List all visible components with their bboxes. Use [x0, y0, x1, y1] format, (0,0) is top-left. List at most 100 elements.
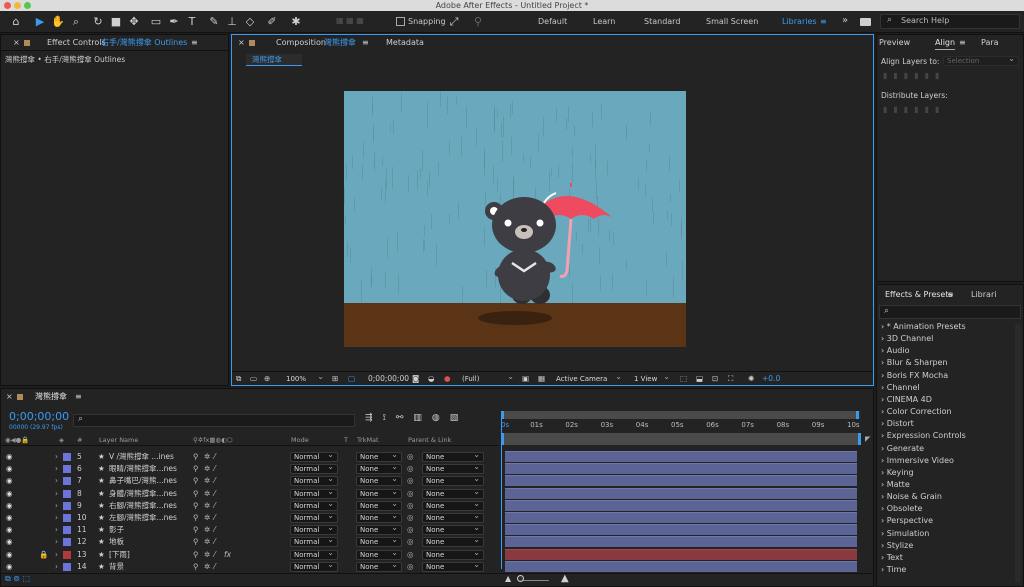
- tab-preview[interactable]: Preview: [879, 37, 910, 49]
- parent-select[interactable]: None: [422, 500, 484, 511]
- layer-name[interactable]: 右腳/灣熊撐傘...nes: [109, 500, 177, 512]
- distribute-buttons[interactable]: ▮▮▮▮▮▮: [883, 105, 1013, 115]
- visibility-eye-icon[interactable]: ◉: [6, 500, 13, 512]
- clone-stamp-tool-icon[interactable]: ⊥: [224, 14, 240, 30]
- collapse-switch-icon[interactable]: ✲: [204, 536, 210, 548]
- visibility-eye-icon[interactable]: ◉: [6, 488, 13, 500]
- layer-duration-bar[interactable]: [505, 512, 857, 523]
- effects-category-item[interactable]: › 3D Channel: [881, 333, 933, 345]
- quality-switch-icon[interactable]: ⁄: [214, 524, 215, 536]
- workspace-menu-icon[interactable]: ≡: [820, 15, 827, 29]
- timeline-icon[interactable]: ⊡: [712, 372, 718, 386]
- align-buttons[interactable]: ▮▮▮▮▮▮: [883, 71, 1013, 81]
- parent-select[interactable]: None: [422, 549, 484, 560]
- layer-row[interactable]: ◉ › 5 ★ V /灣熊撐傘 ...ines ⚲ ✲ ⁄ Normal None ◎ None: [1, 451, 499, 463]
- expand-chevron-icon[interactable]: ›: [55, 500, 58, 512]
- work-area-range[interactable]: [501, 433, 861, 445]
- collapse-switch-icon[interactable]: ✲: [204, 463, 210, 475]
- collapse-switch-icon[interactable]: ✲: [204, 524, 210, 536]
- camera-select[interactable]: Active Camera: [552, 373, 626, 384]
- layer-duration-bar[interactable]: [505, 475, 857, 487]
- visibility-eye-icon[interactable]: ◉: [6, 451, 13, 463]
- sync-settings-icon[interactable]: [860, 18, 871, 26]
- fast-previews-icon[interactable]: ⬓: [696, 372, 703, 386]
- close-window-button[interactable]: [4, 2, 11, 9]
- pen-tool-icon[interactable]: ✒: [166, 14, 182, 30]
- effects-category-item[interactable]: › Noise & Grain: [881, 491, 942, 503]
- parent-select[interactable]: None: [422, 475, 484, 487]
- track-matte-select[interactable]: None: [356, 524, 402, 536]
- effects-category-item[interactable]: › Channel: [881, 382, 920, 394]
- parent-select[interactable]: None: [422, 524, 484, 536]
- layer-label-color[interactable]: [63, 526, 71, 535]
- track-matte-select[interactable]: None: [356, 536, 402, 548]
- blend-mode-select[interactable]: Normal: [290, 463, 338, 475]
- layer-duration-bar[interactable]: [505, 463, 857, 475]
- layer-label-color[interactable]: [63, 501, 71, 510]
- col-layer-name[interactable]: Layer Name: [99, 435, 138, 445]
- quality-switch-icon[interactable]: ⁄: [214, 512, 215, 524]
- effects-category-item[interactable]: › Blur & Sharpen: [881, 357, 948, 369]
- lock-icon[interactable]: 🔒: [39, 549, 48, 561]
- quality-switch-icon[interactable]: ⁄: [214, 500, 215, 512]
- panel-lock-icon[interactable]: [17, 394, 23, 400]
- collapse-switch-icon[interactable]: ✲: [204, 512, 210, 524]
- effects-category-item[interactable]: › Perspective: [881, 515, 933, 527]
- effects-category-item[interactable]: › Matte: [881, 479, 910, 491]
- effects-scrollbar[interactable]: [1015, 323, 1021, 583]
- layer-row[interactable]: ◉ › 7 ★ 鼻子嘴巴/灣熊...nes ⚲ ✲ ⁄ Normal None ◎ None: [1, 475, 499, 487]
- pick-whip-icon[interactable]: ◎: [407, 561, 414, 573]
- visibility-eye-icon[interactable]: ◉: [6, 524, 13, 536]
- shy-switch-icon[interactable]: ⚲: [193, 536, 199, 548]
- pick-whip-icon[interactable]: ◎: [407, 463, 414, 475]
- track-matte-select[interactable]: None: [356, 549, 402, 560]
- puppet-tool-icon[interactable]: ✱: [288, 14, 304, 30]
- visibility-eye-icon[interactable]: ◉: [6, 475, 13, 487]
- snapping-checkbox[interactable]: [396, 17, 405, 26]
- toggle-switches-icon[interactable]: ⧉ ⊚ ⬚: [5, 574, 30, 584]
- effects-switch-icon[interactable]: fx: [224, 549, 231, 561]
- layer-duration-bar[interactable]: [505, 451, 857, 462]
- workspace-default[interactable]: Default: [538, 15, 567, 29]
- snap-options-icon[interactable]: ⤢: [446, 14, 462, 30]
- layer-row[interactable]: ◉ › 14 ★ 背景 ⚲ ✲ ⁄ Normal None ◎ None: [1, 561, 499, 573]
- expand-chevron-icon[interactable]: ›: [55, 488, 58, 500]
- pick-whip-icon[interactable]: ◎: [407, 536, 414, 548]
- metadata-tab[interactable]: Metadata: [386, 37, 424, 49]
- layer-row[interactable]: ◉ › 10 ★ 左腳/灣熊撐傘...nes ⚲ ✲ ⁄ Normal None ◎ None: [1, 512, 499, 524]
- brush-tool-icon[interactable]: ✎: [206, 14, 222, 30]
- parent-select[interactable]: None: [422, 488, 484, 499]
- effect-controls-tab-layer[interactable]: 右手/灣熊撐傘 Outlines: [101, 37, 187, 49]
- workspace-standard[interactable]: Standard: [644, 15, 680, 29]
- show-snapshot-icon[interactable]: ◒: [428, 372, 435, 386]
- workspace-small-screen[interactable]: Small Screen: [706, 15, 758, 29]
- align-target-select[interactable]: Selection: [943, 55, 1019, 66]
- parent-select[interactable]: None: [422, 463, 484, 475]
- minimize-window-button[interactable]: [14, 2, 21, 9]
- flowchart-icon[interactable]: ⛶: [728, 372, 733, 386]
- blend-mode-select[interactable]: Normal: [290, 561, 338, 572]
- tab-paragraph[interactable]: Para: [981, 37, 999, 49]
- track-matte-select[interactable]: None: [356, 561, 402, 572]
- blend-mode-select[interactable]: Normal: [290, 488, 338, 499]
- panel-lock-icon[interactable]: [24, 40, 30, 46]
- zoom-slider-handle[interactable]: [517, 575, 524, 582]
- layer-label-color[interactable]: [63, 562, 71, 571]
- hand-tool-icon[interactable]: ✋: [50, 14, 66, 30]
- composition-tab-label[interactable]: Composition: [276, 37, 326, 49]
- monitor-icon[interactable]: ▭: [250, 372, 257, 386]
- home-icon[interactable]: ⌂: [8, 14, 24, 30]
- shy-switch-icon[interactable]: ⚲: [193, 451, 199, 463]
- layer-row[interactable]: ◉ › 6 ★ 眼睛/灣熊撐傘...nes ⚲ ✲ ⁄ Normal None ◎ None: [1, 463, 499, 475]
- close-tab-icon[interactable]: ×: [238, 37, 245, 49]
- layer-label-color[interactable]: [63, 453, 71, 461]
- effects-category-item[interactable]: › Audio: [881, 345, 909, 357]
- selection-tool-icon[interactable]: ▶: [32, 14, 48, 30]
- expand-chevron-icon[interactable]: ›: [55, 463, 58, 475]
- quality-switch-icon[interactable]: ⁄: [214, 451, 215, 463]
- pick-whip-icon[interactable]: ◎: [407, 451, 414, 463]
- layer-label-color[interactable]: [63, 514, 71, 522]
- layer-duration-bar[interactable]: [505, 548, 857, 560]
- zoom-select[interactable]: 100%: [282, 373, 328, 384]
- track-matte-select[interactable]: None: [356, 500, 402, 511]
